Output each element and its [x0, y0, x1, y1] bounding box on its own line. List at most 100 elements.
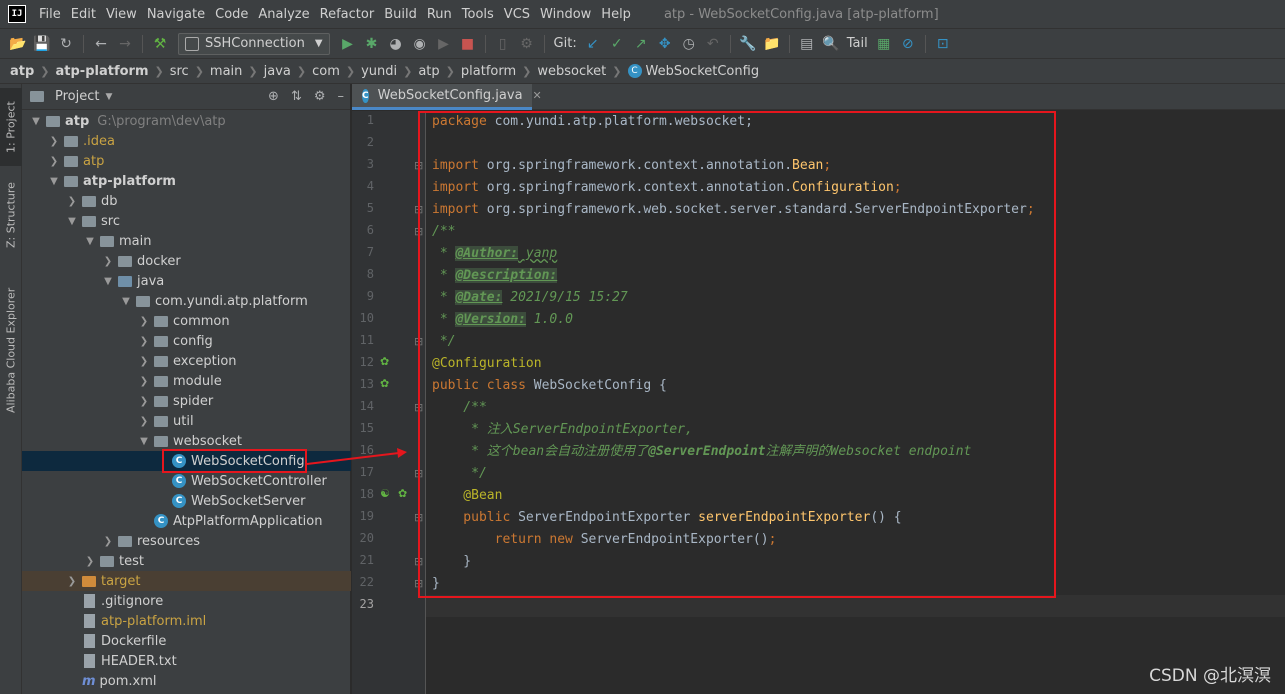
run-icon[interactable]: ▶ [337, 33, 359, 55]
tree-item-spider[interactable]: ❯ spider [22, 391, 351, 411]
menu-navigate[interactable]: Navigate [142, 7, 210, 22]
menu-build[interactable]: Build [379, 7, 422, 22]
profile-icon[interactable]: ◉ [409, 33, 431, 55]
tree-item-java[interactable]: ▼ java [22, 271, 351, 291]
tree-item-iml[interactable]: atp-platform.iml [22, 611, 351, 631]
menu-analyze[interactable]: Analyze [253, 7, 314, 22]
breadcrumb-item[interactable]: atp [10, 64, 34, 79]
minimize-icon[interactable]: – [338, 89, 345, 104]
tree-item-util[interactable]: ❯ util [22, 411, 351, 431]
tree-item-atpplatformapplication[interactable]: C AtpPlatformApplication [22, 511, 351, 531]
menu-view[interactable]: View [101, 7, 142, 22]
settings-wrench-icon[interactable]: 🔧 [737, 33, 759, 55]
gear-icon[interactable]: ⚙ [314, 89, 326, 104]
device-icon[interactable]: ▯ [492, 33, 514, 55]
chevron-down-icon[interactable]: ▼ [66, 216, 78, 227]
build-hammer-icon[interactable]: ⚒ [149, 33, 171, 55]
tree-item-atp-root[interactable]: ▼ atp G:\program\dev\atp [22, 111, 351, 131]
tab-websocketconfig[interactable]: C WebSocketConfig.java ✕ [352, 84, 542, 110]
chevron-right-icon[interactable]: ❯ [48, 136, 60, 147]
collapse-all-icon[interactable]: ⇅ [291, 89, 302, 104]
tree-item-atp-platform[interactable]: ▼ atp-platform [22, 171, 351, 191]
forward-icon[interactable]: → [114, 33, 136, 55]
tree-item-dockerfile[interactable]: Dockerfile [22, 631, 351, 651]
chevron-down-icon[interactable]: ▼ [138, 436, 150, 447]
rollback-icon[interactable]: ↶ [702, 33, 724, 55]
cloud-toolkit-icon[interactable]: ⊡ [932, 33, 954, 55]
menu-window[interactable]: Window [535, 7, 596, 22]
menu-edit[interactable]: Edit [66, 7, 101, 22]
menu-run[interactable]: Run [422, 7, 457, 22]
tree-item-websocketserver[interactable]: C WebSocketServer [22, 491, 351, 511]
monitor-icon[interactable]: ▦ [873, 33, 895, 55]
git-commit-icon[interactable]: ✓ [606, 33, 628, 55]
spring-bean-gutter-icon[interactable]: ✿ [398, 487, 407, 500]
tree-item-resources[interactable]: ❯ resources [22, 531, 351, 551]
locate-icon[interactable]: ⊕ [268, 89, 279, 104]
no-entry-icon[interactable]: ⊘ [897, 33, 919, 55]
structure-tool-tab[interactable]: Z: Structure [0, 174, 22, 256]
close-icon[interactable]: ✕ [533, 89, 542, 102]
chevron-down-icon[interactable]: ▼ [105, 92, 112, 102]
chevron-down-icon[interactable]: ▼ [30, 116, 42, 127]
chevron-down-icon[interactable]: ▼ [84, 236, 96, 247]
tree-item-atp[interactable]: ❯ atp [22, 151, 351, 171]
breadcrumb-item[interactable]: websocket [537, 64, 606, 79]
history-icon[interactable]: ◷ [678, 33, 700, 55]
menu-vcs[interactable]: VCS [499, 7, 535, 22]
breadcrumb-item[interactable]: WebSocketConfig [646, 64, 760, 79]
project-structure-icon[interactable]: 📁 [761, 33, 783, 55]
tree-item-idea[interactable]: ❯ .idea [22, 131, 351, 151]
git-push-icon[interactable]: ↗ [630, 33, 652, 55]
tree-item-websocket[interactable]: ▼ websocket [22, 431, 351, 451]
tail-button[interactable]: Tail [847, 36, 868, 51]
attach-icon[interactable]: ⚙ [516, 33, 538, 55]
breadcrumb-item[interactable]: atp [418, 64, 439, 79]
chevron-right-icon[interactable]: ❯ [138, 316, 150, 327]
menu-tools[interactable]: Tools [457, 7, 499, 22]
search-icon[interactable]: 🔍 [820, 33, 842, 55]
tree-item-config[interactable]: ❯ config [22, 331, 351, 351]
breadcrumb-item[interactable]: main [210, 64, 242, 79]
chevron-right-icon[interactable]: ❯ [138, 376, 150, 387]
chevron-right-icon[interactable]: ❯ [102, 256, 114, 267]
chevron-right-icon[interactable]: ❯ [138, 396, 150, 407]
breadcrumb-item[interactable]: com [312, 64, 340, 79]
tree-item-main[interactable]: ▼ main [22, 231, 351, 251]
tree-item-exception[interactable]: ❯ exception [22, 351, 351, 371]
chevron-right-icon[interactable]: ❯ [84, 556, 96, 567]
spring-config-gutter-icon[interactable]: ✿ [380, 377, 389, 390]
menu-refactor[interactable]: Refactor [315, 7, 380, 22]
chevron-right-icon[interactable]: ❯ [138, 416, 150, 427]
run-configuration-select[interactable]: SSHConnection ▼ [178, 32, 330, 55]
chevron-down-icon[interactable]: ▼ [102, 276, 114, 287]
menu-code[interactable]: Code [210, 7, 253, 22]
spring-bean-gutter-icon[interactable]: ✿ [380, 355, 389, 368]
cloud-explorer-tool-tab[interactable]: Alibaba Cloud Explorer [0, 280, 22, 420]
open-folder-icon[interactable]: 📂 [7, 33, 29, 55]
tree-item-common[interactable]: ❯ common [22, 311, 351, 331]
tree-item-websocketcontroller[interactable]: C WebSocketController [22, 471, 351, 491]
breadcrumb-item[interactable]: yundi [361, 64, 397, 79]
terminal-icon[interactable]: ▤ [796, 33, 818, 55]
tree-item-package-root[interactable]: ▼ com.yundi.atp.platform [22, 291, 351, 311]
menu-help[interactable]: Help [596, 7, 636, 22]
breadcrumb-item[interactable]: atp-platform [56, 64, 149, 79]
resume-icon[interactable]: ▶ [433, 33, 455, 55]
back-icon[interactable]: ← [90, 33, 112, 55]
chevron-right-icon[interactable]: ❯ [66, 576, 78, 587]
git-merge-icon[interactable]: ✥ [654, 33, 676, 55]
breadcrumb-item[interactable]: src [170, 64, 189, 79]
coverage-icon[interactable]: ◕ [385, 33, 407, 55]
spring-bean-gutter-icon[interactable]: ☯ [380, 487, 390, 500]
tree-item-module[interactable]: ❯ module [22, 371, 351, 391]
chevron-right-icon[interactable]: ❯ [138, 336, 150, 347]
tree-item-target[interactable]: ❯ target [22, 571, 351, 591]
sync-icon[interactable]: ↻ [55, 33, 77, 55]
breadcrumb-item[interactable]: java [264, 64, 291, 79]
tree-item-src[interactable]: ▼ src [22, 211, 351, 231]
chevron-down-icon[interactable]: ▼ [48, 176, 60, 187]
project-panel-title[interactable]: Project [55, 89, 99, 104]
menu-file[interactable]: File [34, 7, 66, 22]
save-icon[interactable]: 💾 [31, 33, 53, 55]
